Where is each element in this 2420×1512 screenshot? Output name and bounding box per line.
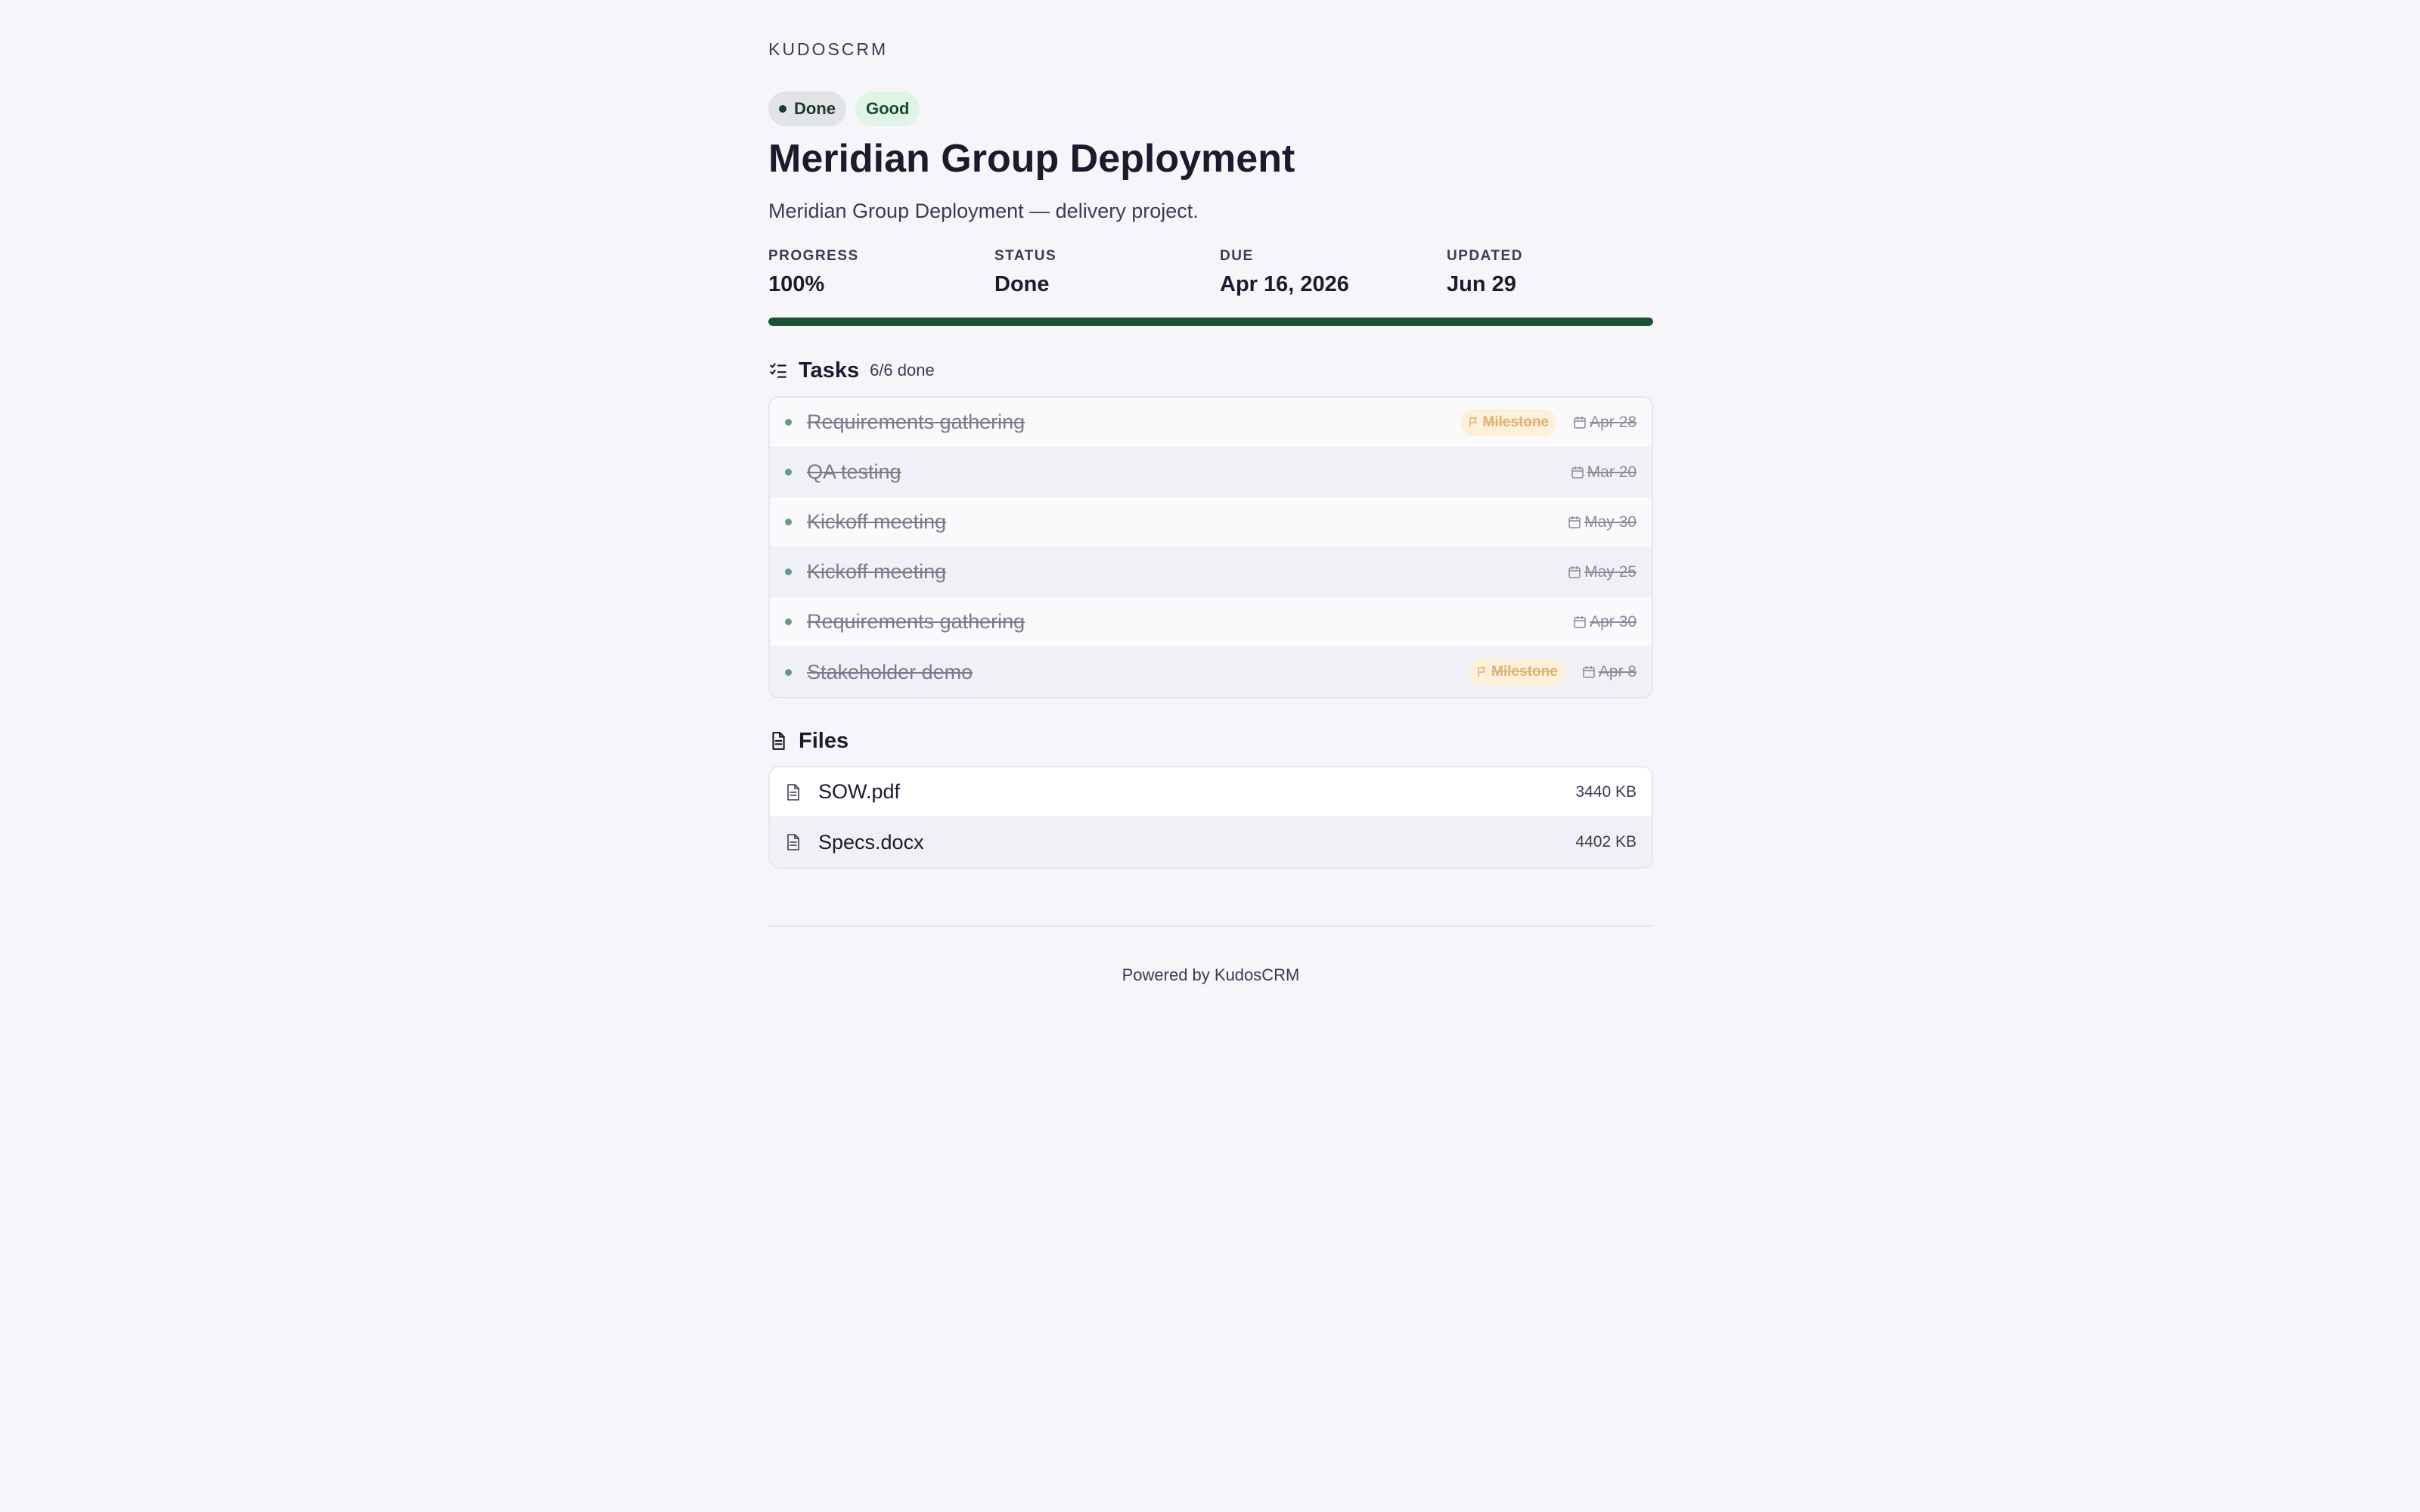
calendar-icon	[1568, 565, 1581, 578]
task-row[interactable]: Requirements gathering Apr 30	[770, 597, 1652, 647]
footer-divider	[768, 925, 1653, 927]
stat-progress: PROGRESS 100%	[768, 248, 980, 297]
stat-updated: UPDATED Jun 29	[1447, 248, 1658, 297]
stat-label: UPDATED	[1447, 248, 1523, 264]
task-due-date: Apr 28	[1590, 413, 1637, 431]
flag-icon	[1469, 417, 1477, 427]
task-row[interactable]: QA testing Mar 20	[770, 448, 1652, 497]
health-badge: Good	[855, 91, 920, 126]
progress-bar	[768, 318, 1653, 326]
task-due-date: May 25	[1584, 562, 1637, 581]
badge-group: Done Good	[768, 91, 920, 126]
task-due-date: May 30	[1584, 513, 1637, 531]
milestone-label: Milestone	[1482, 414, 1550, 430]
stat-value: Jun 29	[1447, 272, 1516, 296]
stat-label: DUE	[1220, 248, 1254, 264]
task-due: May 30	[1568, 513, 1637, 531]
task-due-date: Apr 8	[1598, 663, 1637, 680]
document-icon	[772, 732, 785, 750]
project-description: Meridian Group Deployment — delivery pro…	[768, 200, 1199, 222]
task-due-date: Mar 20	[1587, 463, 1637, 481]
task-name: Requirements gathering	[807, 610, 1025, 633]
task-name: QA testing	[807, 460, 901, 483]
file-icon	[787, 834, 799, 850]
file-icon	[787, 783, 799, 801]
status-badge: Done	[768, 91, 846, 126]
file-name: Specs.docx	[818, 830, 924, 854]
task-due: Apr 8	[1582, 663, 1637, 681]
stat-due: DUE Apr 16, 2026	[1220, 248, 1432, 297]
calendar-icon	[1568, 516, 1581, 528]
file-row[interactable]: SOW.pdf 3440 KB	[770, 767, 1652, 817]
flag-icon	[1478, 667, 1485, 677]
tasks-title: Tasks	[799, 358, 860, 383]
calendar-icon	[1574, 615, 1586, 628]
file-size: 4402 KB	[1575, 833, 1637, 850]
milestone-label: Milestone	[1491, 664, 1558, 680]
calendar-icon	[1583, 666, 1595, 678]
tasks-count: 6/6 done	[870, 361, 935, 380]
task-status-dot-icon	[785, 569, 792, 575]
file-list: SOW.pdf 3440 KB Specs.docx 4402 KB	[768, 766, 1653, 869]
calendar-icon	[1571, 466, 1584, 479]
checklist-icon	[770, 363, 786, 378]
progress-bar-fill	[768, 318, 1653, 326]
task-list: Requirements gathering Milestone Apr 28 …	[768, 396, 1653, 699]
task-row[interactable]: Kickoff meeting May 30	[770, 497, 1652, 547]
file-size: 3440 KB	[1575, 782, 1637, 801]
stats-row: PROGRESS 100% STATUS Done DUE Apr 16, 20…	[768, 248, 1653, 301]
status-badge-label: Done	[794, 99, 836, 118]
status-dot-icon	[779, 105, 786, 113]
stat-label: PROGRESS	[768, 248, 859, 264]
stat-value: 100%	[768, 272, 825, 296]
task-row[interactable]: Kickoff meeting May 25	[770, 547, 1652, 597]
stat-value: Apr 16, 2026	[1220, 272, 1349, 296]
calendar-icon	[1574, 416, 1586, 429]
task-row[interactable]: Stakeholder demo Milestone Apr 8	[770, 647, 1652, 697]
task-status-dot-icon	[785, 469, 792, 476]
file-name: SOW.pdf	[818, 780, 901, 803]
footer-text: Powered by KudosCRM	[1122, 965, 1300, 984]
task-status-dot-icon	[785, 419, 792, 426]
task-name: Kickoff meeting	[807, 510, 947, 533]
brand-name: KUDOSCRM	[768, 39, 889, 59]
stat-value: Done	[994, 272, 1050, 296]
task-name: Requirements gathering	[807, 411, 1025, 433]
files-title: Files	[799, 728, 849, 753]
task-name: Kickoff meeting	[807, 560, 947, 583]
task-due: Apr 30	[1573, 613, 1637, 631]
task-name: Stakeholder demo	[807, 660, 973, 683]
task-row[interactable]: Requirements gathering Milestone Apr 28	[770, 398, 1652, 448]
task-due-date: Apr 30	[1590, 612, 1637, 631]
task-status-dot-icon	[785, 519, 792, 525]
health-badge-label: Good	[866, 99, 910, 118]
task-status-dot-icon	[785, 668, 792, 676]
task-due: Mar 20	[1571, 463, 1637, 482]
file-row[interactable]: Specs.docx 4402 KB	[770, 817, 1652, 867]
milestone-badge: Milestone	[1469, 658, 1565, 686]
stat-label: STATUS	[994, 248, 1057, 264]
page-title: Meridian Group Deployment	[768, 137, 1295, 181]
task-due: May 25	[1568, 563, 1637, 581]
stat-status: STATUS Done	[994, 248, 1206, 297]
task-due: Apr 28	[1573, 414, 1637, 432]
task-status-dot-icon	[785, 618, 792, 625]
files-section-header: Files	[768, 726, 849, 756]
milestone-badge: Milestone	[1460, 408, 1557, 436]
tasks-section-header: Tasks 6/6 done	[768, 355, 935, 386]
